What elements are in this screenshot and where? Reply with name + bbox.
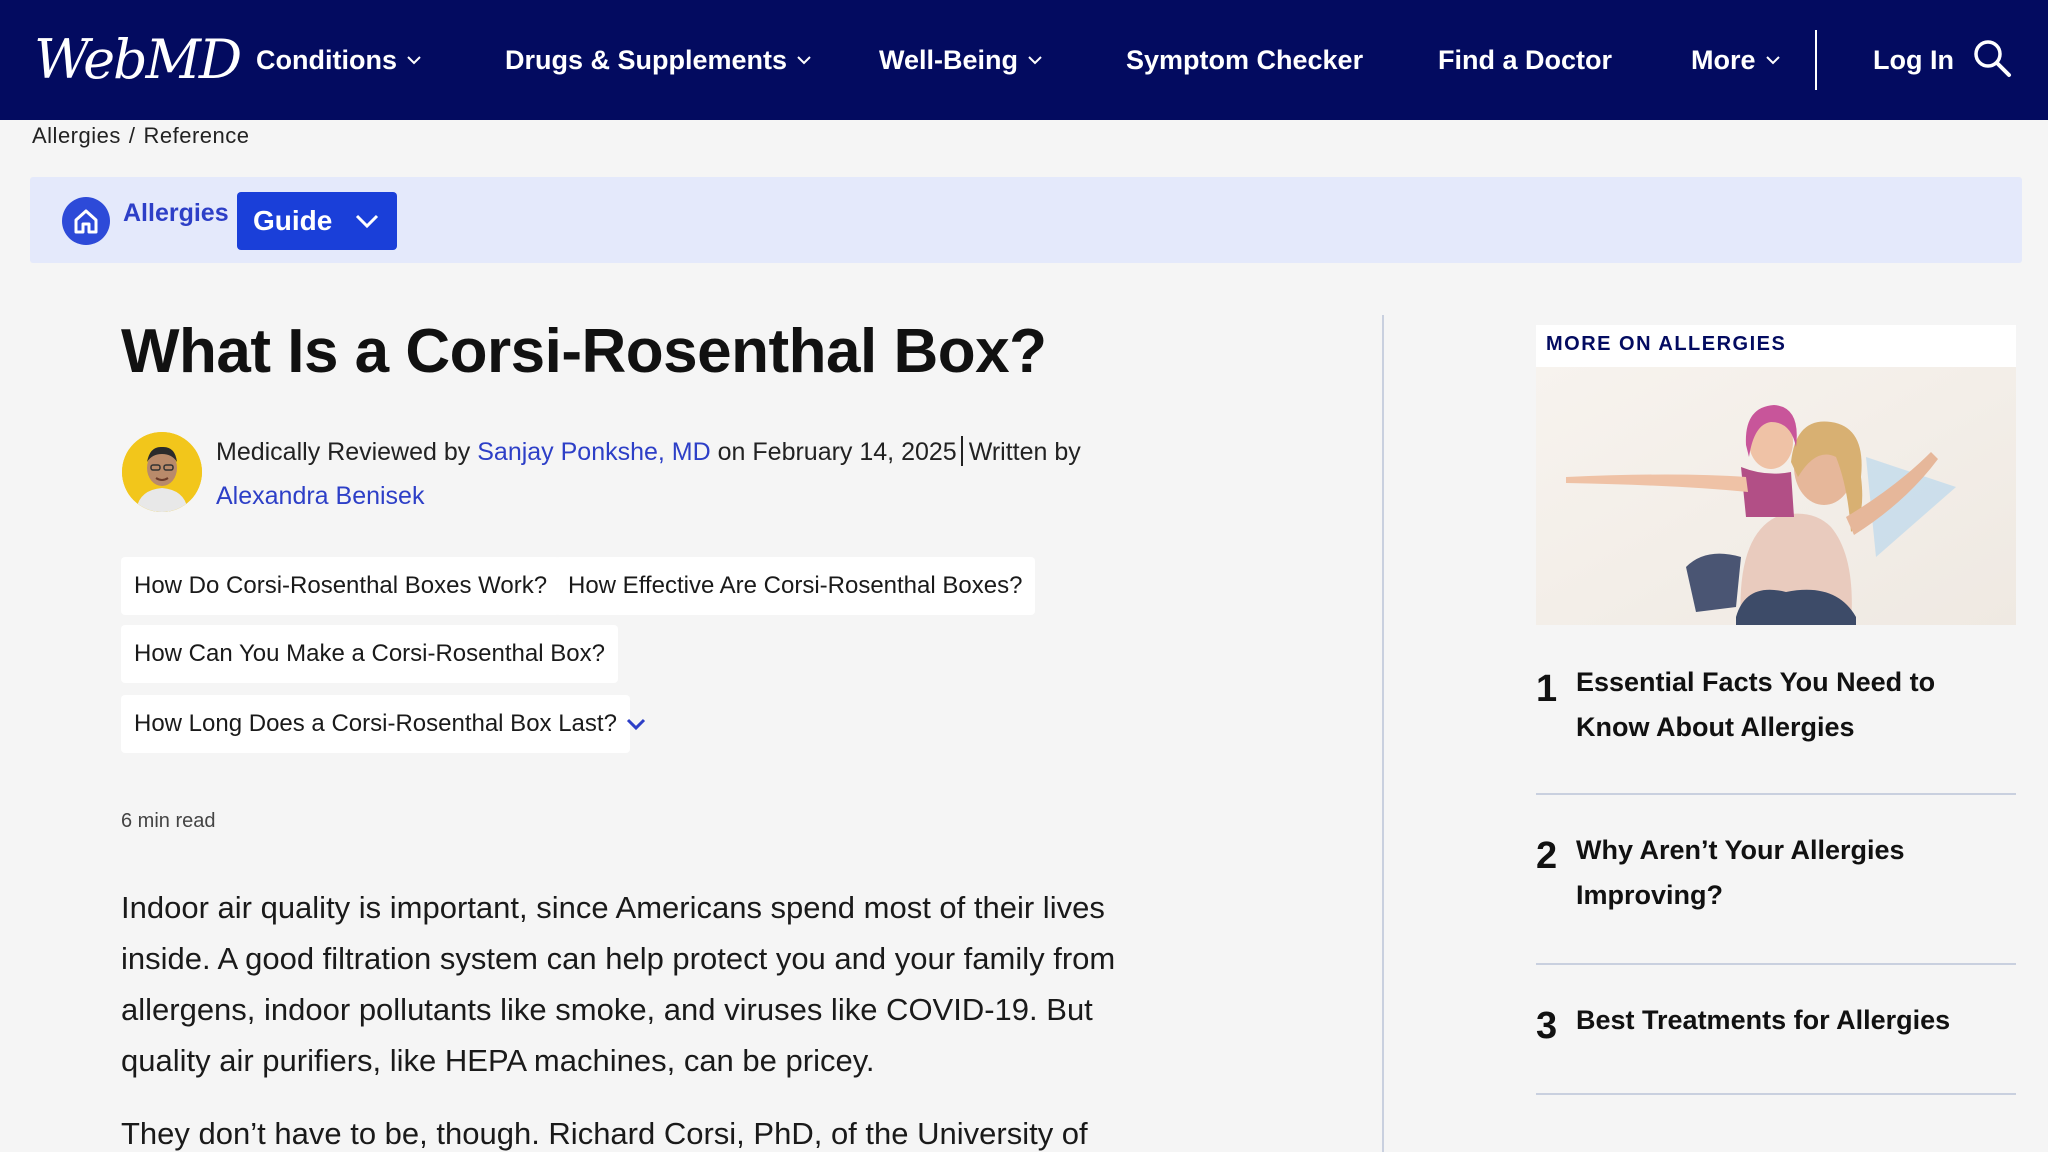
sidebar-item-number: 2 bbox=[1536, 835, 1558, 877]
family-photo-illustration bbox=[1536, 367, 2016, 625]
written-by-label: Written by bbox=[968, 438, 1081, 466]
byline-separator bbox=[960, 436, 963, 466]
more-on-label: MORE ON ALLERGIES bbox=[1546, 333, 1787, 355]
article-title: What Is a Corsi-Rosenthal Box? bbox=[121, 317, 1047, 386]
sidebar-item-title: Why Aren’t Your Allergies Improving? bbox=[1576, 835, 1905, 910]
chevron-down-icon bbox=[1765, 56, 1780, 65]
author-link[interactable]: Alexandra Benisek bbox=[216, 482, 424, 510]
sidebar-item-number: 3 bbox=[1536, 1005, 1558, 1047]
webmd-logo[interactable]: WebMD bbox=[34, 28, 242, 92]
nav-drugs-supplements[interactable]: Drugs & Supplements bbox=[505, 0, 812, 120]
toc-link[interactable]: How Effective Are Corsi-Rosenthal Boxes? bbox=[555, 557, 1036, 615]
reviewer-link[interactable]: Sanjay Ponkshe, MD bbox=[477, 438, 710, 466]
nav-divider bbox=[1815, 30, 1817, 90]
chevron-down-icon[interactable] bbox=[624, 712, 648, 736]
chevron-down-icon bbox=[1028, 56, 1042, 65]
chevron-down-icon bbox=[407, 56, 421, 65]
guide-dropdown-button[interactable]: Guide bbox=[237, 192, 397, 250]
reviewer-portrait bbox=[122, 432, 202, 512]
nav-symptom-checker-label: Symptom Checker bbox=[1126, 44, 1364, 75]
nav-more[interactable]: More bbox=[1691, 0, 1781, 120]
house-shape bbox=[74, 209, 98, 234]
sidebar-list-item[interactable]: 1 Essential Facts You Need to Know About… bbox=[1536, 640, 2016, 795]
topic-bar: Allergies Guide bbox=[30, 177, 2022, 263]
article-byline: Medically Reviewed by Sanjay Ponkshe, MD… bbox=[216, 430, 1166, 518]
nav-find-a-doctor[interactable]: Find a Doctor bbox=[1438, 0, 1612, 120]
toc-link[interactable]: How Long Does a Corsi-Rosenthal Box Last… bbox=[121, 695, 630, 753]
sidebar-item-title: Essential Facts You Need to Know About A… bbox=[1576, 667, 1936, 742]
sidebar-list-item[interactable]: 2 Why Aren’t Your Allergies Improving? bbox=[1536, 795, 2016, 965]
read-time: 6 min read bbox=[121, 810, 216, 832]
nav-more-label: More bbox=[1691, 44, 1756, 75]
nav-find-doctor-label: Find a Doctor bbox=[1438, 44, 1612, 75]
topic-link-allergies[interactable]: Allergies bbox=[123, 199, 229, 228]
breadcrumb-separator: / bbox=[128, 123, 136, 148]
nav-well-being[interactable]: Well-Being bbox=[879, 0, 1043, 120]
reviewer-avatar[interactable] bbox=[122, 432, 202, 512]
breadcrumb-reference[interactable]: Reference bbox=[144, 123, 250, 149]
article-paragraph: Indoor air quality is important, since A… bbox=[121, 890, 1116, 1078]
login-label: Log In bbox=[1873, 44, 1954, 75]
nav-drugs-label: Drugs & Supplements bbox=[505, 44, 788, 75]
home-icon[interactable] bbox=[62, 197, 110, 245]
nav-conditions[interactable]: Conditions bbox=[256, 0, 422, 120]
sidebar-photo[interactable] bbox=[1536, 367, 2016, 625]
review-date: on February 14, 2025 bbox=[717, 438, 957, 466]
search-icon[interactable] bbox=[1972, 38, 2012, 78]
nav-conditions-label: Conditions bbox=[256, 44, 397, 75]
sidebar-list-item[interactable]: 3 Best Treatments for Allergies bbox=[1536, 965, 2016, 1095]
nav-well-being-label: Well-Being bbox=[879, 44, 1019, 75]
reviewed-by-label: Medically Reviewed by bbox=[216, 438, 471, 466]
column-divider bbox=[1382, 315, 1384, 1152]
breadcrumb-allergies[interactable]: Allergies bbox=[32, 123, 121, 149]
chevron-down-icon bbox=[797, 56, 811, 65]
toc-link[interactable]: How Do Corsi-Rosenthal Boxes Work? bbox=[121, 557, 561, 615]
sidebar-item-number: 1 bbox=[1536, 668, 1558, 710]
more-on-card[interactable]: MORE ON ALLERGIES bbox=[1536, 325, 2016, 625]
guide-label: Guide bbox=[253, 205, 333, 236]
toc-link[interactable]: How Can You Make a Corsi-Rosenthal Box? bbox=[121, 625, 618, 683]
sidebar-item-title: Best Treatments for Allergies bbox=[1576, 1005, 1951, 1035]
top-navigation: WebMD Conditions Drugs & Supplements Wel… bbox=[0, 0, 2048, 120]
breadcrumb: Allergies / Reference bbox=[32, 121, 250, 151]
login-link[interactable]: Log In bbox=[1873, 0, 1954, 120]
article-paragraph: They don’t have to be, though. Richard C… bbox=[121, 1116, 1088, 1151]
nav-symptom-checker[interactable]: Symptom Checker bbox=[1126, 0, 1363, 120]
chevron-down-icon bbox=[355, 214, 379, 229]
